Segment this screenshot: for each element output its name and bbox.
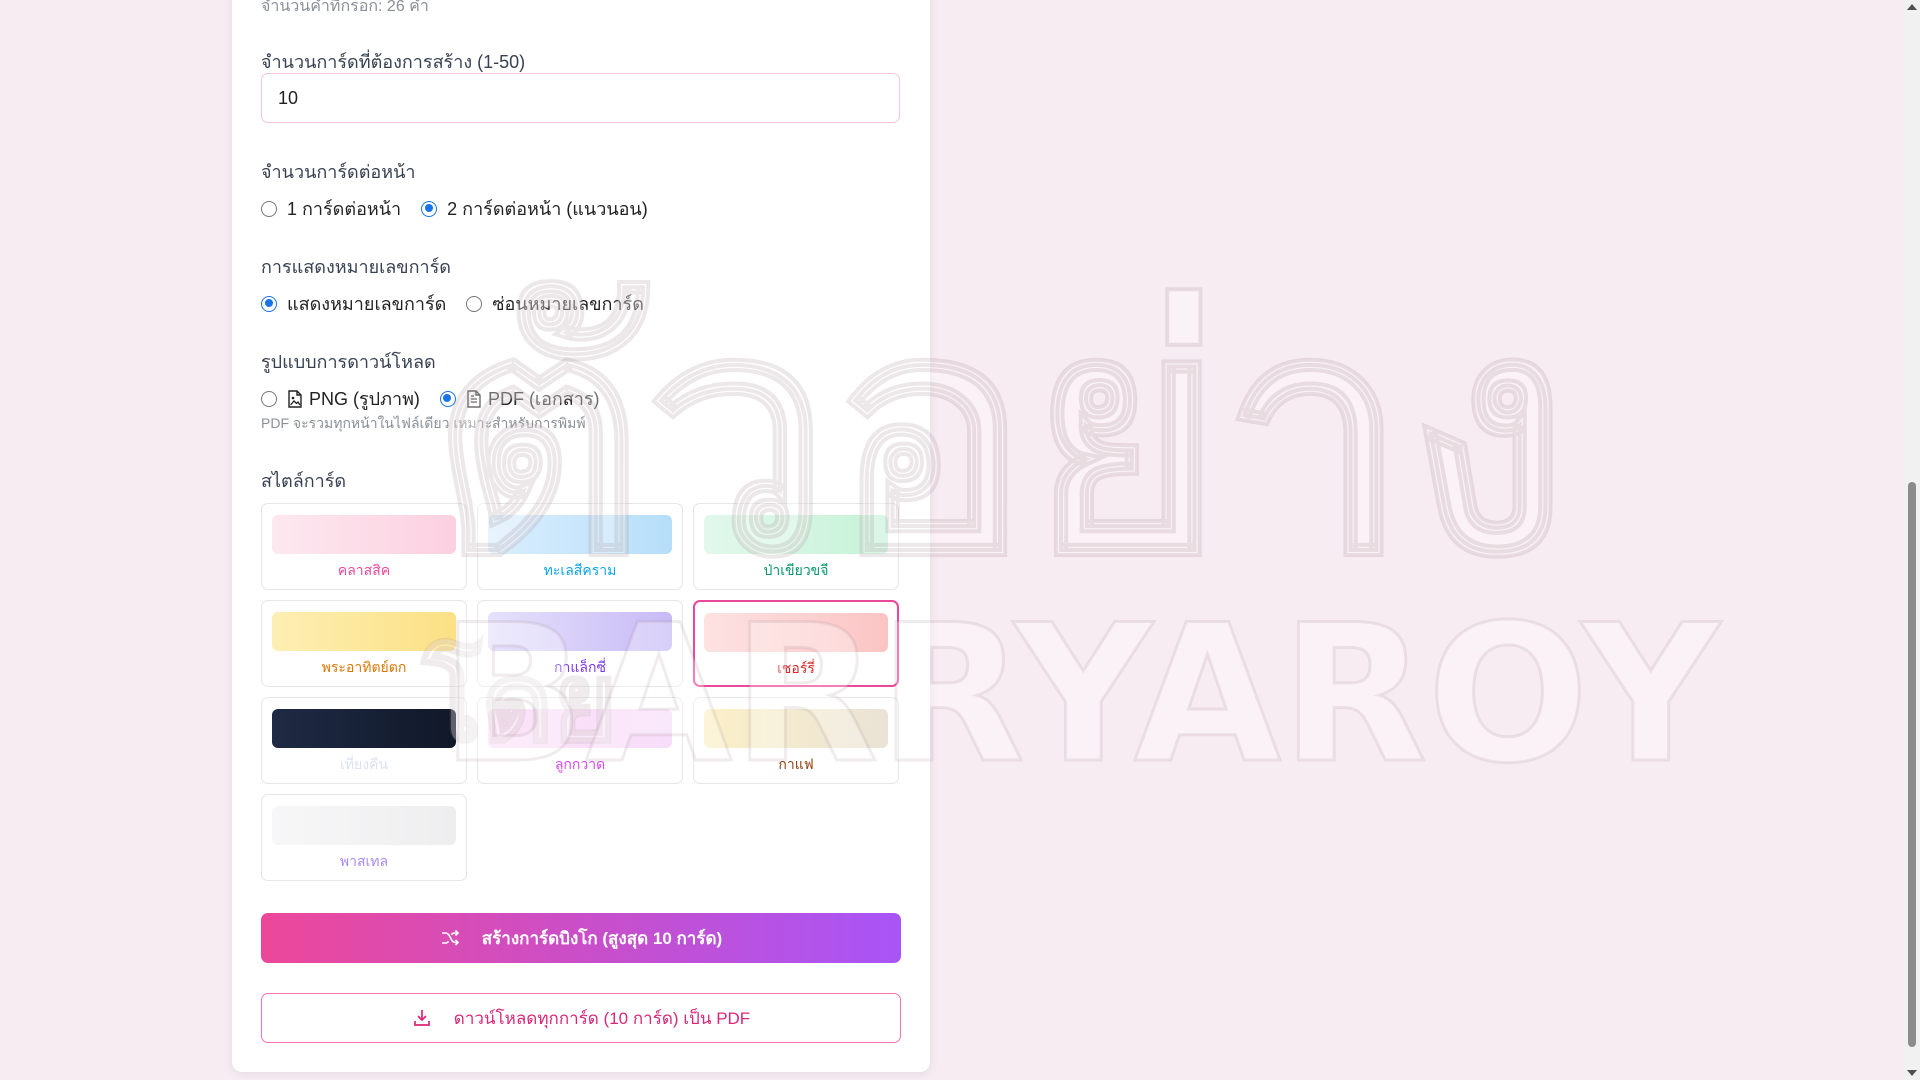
scroll-thumb[interactable]	[1908, 482, 1916, 1047]
radio-2-per-page[interactable]	[421, 200, 438, 217]
style-name: กาแล็กซี่	[554, 659, 606, 675]
card-count-label: จำนวนการ์ดที่ต้องการสร้าง (1-50)	[261, 52, 526, 72]
document-file-icon	[467, 389, 481, 408]
style-name: ป่าเขียวขจี	[763, 562, 829, 578]
number-show-label: แสดงหมายเลขการ์ด	[287, 294, 447, 314]
download-all-pdf-label: ดาวน์โหลดทุกการ์ด (10 การ์ด) เป็น PDF	[453, 1008, 751, 1028]
format-hint: PDF จะรวมทุกหน้าในไฟล์เดียว เหมาะสำหรับก…	[261, 415, 586, 431]
style-swatch	[704, 613, 888, 652]
per-page-option-1-label: 1 การ์ดต่อหน้า	[287, 199, 402, 219]
number-hide-label: ซ่อนหมายเลขการ์ด	[492, 294, 644, 314]
per-page-label: จำนวนการ์ดต่อหน้า	[261, 162, 416, 182]
number-display-radio-group: แสดงหมายเลขการ์ด ซ่อนหมายเลขการ์ด	[261, 289, 664, 318]
card-style-grid: คลาสสิค ทะเลสีคราม ป่าเขียวขจี พระอาทิตย…	[261, 503, 901, 881]
style-name: ทะเลสีคราม	[543, 562, 617, 578]
download-icon	[413, 1010, 430, 1026]
style-name: พระอาทิตย์ตก	[321, 659, 407, 675]
style-pastel[interactable]: พาสเทล	[261, 794, 467, 881]
style-name: เที่ยงคืน	[340, 756, 388, 772]
format-png-option[interactable]: PNG (รูปภาพ)	[261, 384, 420, 413]
number-display-label: การแสดงหมายเลขการ์ด	[261, 257, 451, 277]
card-count-input[interactable]: 10	[261, 73, 900, 123]
generate-bingo-button[interactable]: สร้างการ์ดบิงโก (สูงสุด 10 การ์ด)	[261, 913, 901, 963]
style-swatch	[488, 515, 672, 554]
style-ocean[interactable]: ทะเลสีคราม	[477, 503, 683, 590]
style-name: กาแฟ	[778, 756, 814, 772]
per-page-radio-group: 1 การ์ดต่อหน้า 2 การ์ดต่อหน้า (แนวนอน)	[261, 194, 668, 223]
style-swatch	[272, 515, 456, 554]
style-swatch	[272, 806, 456, 845]
scroll-down-arrow-icon[interactable]	[1907, 1070, 1917, 1076]
generate-bingo-label: สร้างการ์ดบิงโก (สูงสุด 10 การ์ด)	[481, 928, 723, 948]
download-format-label: รูปแบบการดาวน์โหลด	[261, 352, 436, 372]
style-coffee[interactable]: กาแฟ	[693, 697, 899, 784]
style-candy[interactable]: ลูกกวาด	[477, 697, 683, 784]
style-classic[interactable]: คลาสสิค	[261, 503, 467, 590]
format-png-label: PNG (รูปภาพ)	[309, 389, 420, 409]
word-count-text: จำนวนคำที่กรอก: 26 คำ	[261, 0, 429, 15]
vertical-scrollbar[interactable]	[1904, 0, 1920, 1080]
style-sunset[interactable]: พระอาทิตย์ตก	[261, 600, 467, 687]
style-name: เชอร์รี่	[777, 660, 815, 676]
style-swatch	[704, 515, 888, 554]
radio-pdf[interactable]	[439, 390, 456, 407]
number-show-option[interactable]: แสดงหมายเลขการ์ด	[261, 289, 446, 318]
card-style-label: สไตล์การ์ด	[261, 471, 347, 491]
radio-png[interactable]	[261, 390, 277, 407]
style-galaxy[interactable]: กาแล็กซี่	[477, 600, 683, 687]
style-swatch	[272, 612, 456, 651]
per-page-option-1[interactable]: 1 การ์ดต่อหน้า	[261, 194, 401, 223]
format-pdf-option[interactable]: PDF (เอกสาร)	[439, 384, 600, 413]
style-swatch	[488, 709, 672, 748]
radio-show-number[interactable]	[261, 295, 277, 312]
number-hide-option[interactable]: ซ่อนหมายเลขการ์ด	[466, 289, 644, 318]
style-name: ลูกกวาด	[554, 756, 606, 772]
style-name: พาสเทล	[339, 853, 389, 869]
style-swatch	[272, 709, 456, 748]
shuffle-icon	[441, 929, 459, 946]
style-name: คลาสสิค	[337, 562, 391, 578]
download-all-pdf-button[interactable]: ดาวน์โหลดทุกการ์ด (10 การ์ด) เป็น PDF	[261, 993, 901, 1043]
style-cherry[interactable]: เชอร์รี่	[693, 600, 899, 687]
scroll-up-arrow-icon[interactable]	[1907, 4, 1917, 10]
format-pdf-label: PDF (เอกสาร)	[487, 389, 600, 409]
style-swatch	[704, 709, 888, 748]
radio-1-per-page[interactable]	[261, 200, 277, 217]
style-midnight[interactable]: เที่ยงคืน	[261, 697, 467, 784]
per-page-option-2-label: 2 การ์ดต่อหน้า (แนวนอน)	[447, 199, 648, 219]
download-format-radio-group: PNG (รูปภาพ) PDF (เอกสาร)	[261, 384, 620, 413]
style-forest[interactable]: ป่าเขียวขจี	[693, 503, 899, 590]
style-swatch	[488, 612, 672, 651]
per-page-option-2[interactable]: 2 การ์ดต่อหน้า (แนวนอน)	[421, 194, 648, 223]
radio-hide-number[interactable]	[466, 295, 483, 312]
image-file-icon	[288, 389, 302, 408]
